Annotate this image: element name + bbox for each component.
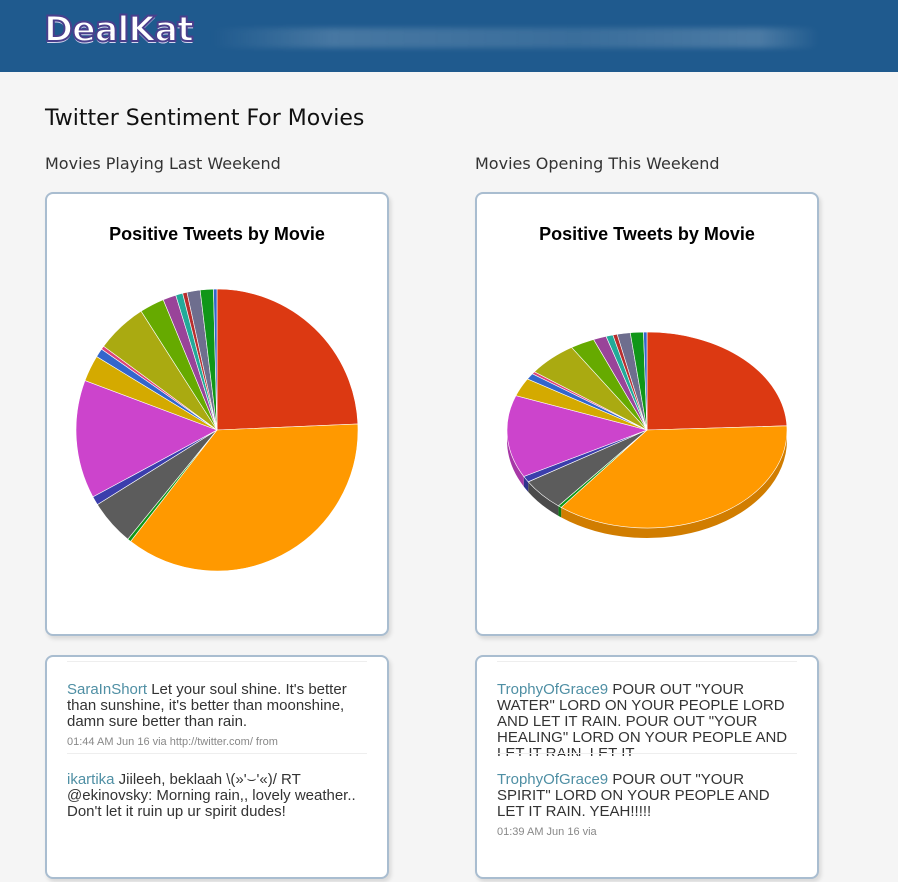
chart-panel-opening-weekend: Positive Tweets by Movie: [475, 192, 819, 636]
pie-chart-opening-weekend: [506, 331, 788, 538]
pie-chart-last-weekend: [75, 288, 359, 572]
tweets-panel-last-weekend[interactable]: SaraInShort Let your soul shine. It's be…: [45, 655, 389, 879]
tweet-item: TrophyOfGrace9 POUR OUT "YOUR WATER" LOR…: [497, 661, 797, 756]
tweet-username-link[interactable]: ikartika: [67, 771, 115, 788]
pie-slice-side-2: [558, 505, 562, 518]
tweet-meta: 01:39 AM Jun 16 via: [497, 826, 597, 838]
pie-slice-0[interactable]: [216, 288, 359, 431]
blurred-tagline: [210, 28, 820, 48]
heading-opening-weekend: Movies Opening This Weekend: [475, 154, 720, 173]
tweet-username-link[interactable]: SaraInShort: [67, 681, 147, 698]
tweet-item: TrophyOfGrace9 POUR OUT "YOUR SPIRIT" LO…: [497, 753, 797, 882]
pie-slice-0[interactable]: [646, 331, 788, 431]
dealkat-logo[interactable]: DealKat: [43, 9, 195, 51]
tweet-username-link[interactable]: TrophyOfGrace9: [497, 771, 608, 788]
tweet-username-link[interactable]: TrophyOfGrace9: [497, 681, 608, 698]
tweet-item: ikartika Jiileeh, beklaah \(»'⌣'«)/ RT @…: [67, 753, 367, 882]
tweet-meta: 01:44 AM Jun 16 via http://twitter.com/ …: [67, 736, 278, 748]
site-header: DealKat: [0, 0, 898, 72]
page-title: Twitter Sentiment For Movies: [45, 106, 365, 131]
chart-panel-last-weekend: Positive Tweets by Movie: [45, 192, 389, 636]
heading-last-weekend: Movies Playing Last Weekend: [45, 154, 281, 173]
tweet-text: TrophyOfGrace9 POUR OUT "YOUR WATER" LOR…: [497, 681, 797, 757]
tweet-text: TrophyOfGrace9 POUR OUT "YOUR SPIRIT" LO…: [497, 772, 797, 820]
tweet-text: ikartika Jiileeh, beklaah \(»'⌣'«)/ RT @…: [67, 772, 367, 820]
tweets-panel-opening-weekend[interactable]: TrophyOfGrace9 POUR OUT "YOUR WATER" LOR…: [475, 655, 819, 879]
tweet-text: SaraInShort Let your soul shine. It's be…: [67, 682, 367, 730]
